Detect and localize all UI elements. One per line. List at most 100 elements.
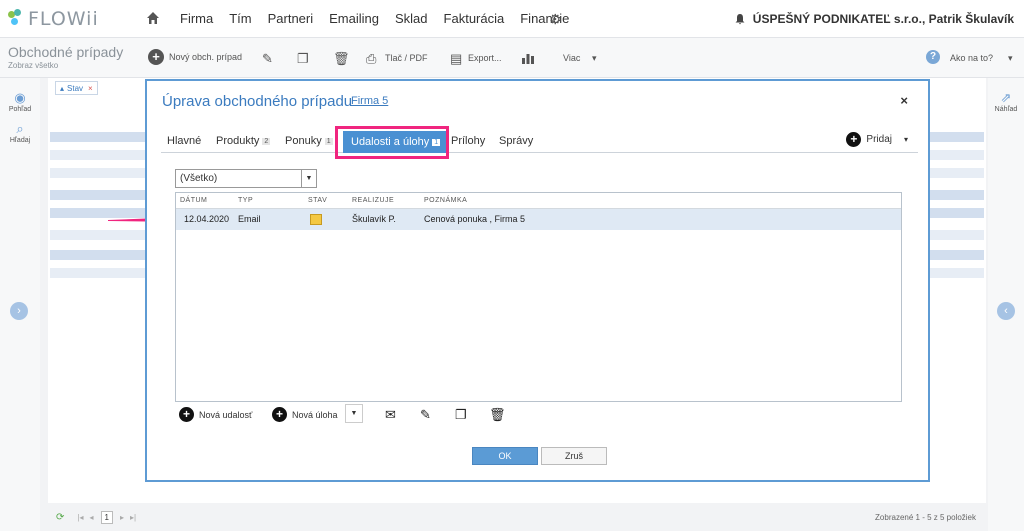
bell-icon[interactable] [735,13,745,25]
close-icon[interactable]: × [88,84,93,93]
chevron-down-icon[interactable]: ▾ [1008,53,1013,64]
nav-item-financie[interactable]: Financie [520,11,569,26]
user-name: ÚSPEŠNÝ PODNIKATEĽ s.r.o., Patrik Škulav… [752,12,1014,26]
chevron-down-icon[interactable]: ▾ [904,135,908,144]
export-icon[interactable]: ▤ [450,51,462,67]
table-row[interactable]: 12.04.2020 Email Škulavík P. Cenová ponu… [176,209,901,230]
tab-label: Ponuky [285,135,322,147]
gear-icon[interactable]: ⚙ [549,11,562,28]
cell-assignee: Škulavík P. [352,214,396,224]
print-icon[interactable]: ⎙ [366,51,376,67]
events-grid: DÁTUM TYP STAV REALIZUJE POZNÁMKA 12.04.… [175,192,902,402]
edit-deal-dialog: Úprava obchodného prípadu Firma 5 × Hlav… [145,79,930,482]
pencil-icon[interactable]: ✎ [420,407,431,423]
home-icon[interactable] [146,11,160,25]
grid-toolbar: + Nová udalosť + Nová úloha ▼ ✉ ✎ ❐ 🗑 [177,404,917,426]
nav-item-sklad[interactable]: Sklad [395,11,428,26]
tab-offers[interactable]: Ponuky 1 [285,135,333,147]
grid-header: DÁTUM TYP STAV REALIZUJE POZNÁMKA [176,193,901,209]
new-deal-label: Nový obch. prípad [169,52,243,62]
search-icon: ⌕ [16,121,24,136]
tab-label: Správy [499,135,534,147]
chevron-down-icon[interactable]: ▾ [592,53,597,64]
refresh-icon[interactable]: ⟳ [56,512,64,523]
event-filter-select[interactable]: (Všetko) ▼ [175,169,317,188]
nav-item-tim[interactable]: Tím [229,11,251,26]
external-link-icon: ⇗ [1000,90,1012,105]
nav-item-fakturacia[interactable]: Fakturácia [444,11,505,26]
copy-icon[interactable]: ❐ [455,407,467,423]
column-header[interactable]: REALIZUJE [352,197,394,204]
chart-icon[interactable] [522,52,534,64]
dialog-title: Úprava obchodného prípadu [162,93,353,110]
prev-page-icon[interactable]: ◂ [89,513,93,522]
nav-item-partneri[interactable]: Partneri [268,11,314,26]
more-button[interactable]: Viac [563,53,580,63]
page-subtitle[interactable]: Zobraz všetko [8,61,58,70]
tab-products[interactable]: Produkty 2 [216,135,271,147]
chevron-up-icon: ▴ [60,83,65,93]
new-event-button[interactable]: + Nová udalosť [179,407,252,422]
filter-chip-label: Stav [67,83,84,93]
trash-icon[interactable]: 🗑 [489,407,506,423]
copy-icon[interactable]: ❐ [297,51,309,67]
first-page-icon[interactable]: |◂ [77,513,83,522]
cell-date: 12.04.2020 [184,214,230,224]
cancel-button[interactable]: Zruš [541,447,607,465]
logo[interactable]: FLOWii [8,8,99,30]
preview-label: Náhľad [994,106,1018,113]
tab-badge: 1 [324,137,333,145]
add-label: Pridaj [866,134,892,145]
column-header[interactable]: POZNÁMKA [424,197,467,204]
plus-icon: + [179,407,194,422]
company-link[interactable]: Firma 5 [351,95,388,107]
view-button[interactable]: ◉ Pohľad [0,90,40,113]
logo-text: FLOWii [28,8,99,30]
plus-icon: + [148,49,164,65]
tab-messages[interactable]: Správy [499,135,533,147]
new-deal-button[interactable]: + Nový obch. prípad [148,49,242,65]
close-icon[interactable]: × [900,93,908,108]
chevron-down-icon[interactable]: ▼ [301,170,316,187]
new-task-label: Nová úloha [292,409,338,420]
print-button[interactable]: Tlač / PDF [385,53,428,63]
help-button[interactable]: Ako na to? [950,53,993,63]
tab-main[interactable]: Hlavné [167,135,201,147]
nav-item-firma[interactable]: Firma [180,11,213,26]
pager: ⟳ |◂ ◂ 1 ▸ ▸| [56,511,139,524]
main-menu: Firma Tím Partneri Emailing Sklad Faktur… [180,11,585,26]
mail-icon[interactable]: ✉ [385,407,396,423]
dialog-tabs: Hlavné Produkty 2 Ponuky 1 Udalosti a úl… [161,127,918,153]
column-header[interactable]: STAV [308,197,327,204]
last-page-icon[interactable]: ▸| [130,513,136,522]
chevron-right-icon[interactable]: › [10,302,28,320]
select-value: (Všetko) [180,173,218,184]
top-navigation: FLOWii Firma Tím Partneri Emailing Sklad… [0,0,1024,38]
tab-label: Produkty [216,135,260,147]
search-button[interactable]: ⌕ Hľadaj [0,121,40,144]
view-label: Pohľad [8,106,32,113]
user-info[interactable]: ÚSPEŠNÝ PODNIKATEĽ s.r.o., Patrik Škulav… [735,12,1014,26]
preview-button[interactable]: ⇗ Náhľad [988,90,1024,113]
new-task-button[interactable]: + Nová úloha [272,407,338,422]
export-button[interactable]: Export... [468,53,502,63]
ok-button[interactable]: OK [472,447,538,465]
logo-icon [8,9,24,29]
add-button[interactable]: + Pridaj ▾ [846,132,908,147]
chevron-down-icon[interactable]: ▼ [345,404,363,423]
filter-chip[interactable]: ▴ Stav × [55,81,98,95]
chevron-left-icon[interactable]: ‹ [997,302,1015,320]
trash-icon[interactable]: 🗑 [333,51,350,67]
search-label: Hľadaj [9,137,31,144]
next-page-icon[interactable]: ▸ [120,513,124,522]
plus-icon: + [272,407,287,422]
pencil-icon[interactable]: ✎ [262,51,273,67]
column-header[interactable]: DÁTUM [180,197,207,204]
column-header[interactable]: TYP [238,197,253,204]
nav-item-emailing[interactable]: Emailing [329,11,379,26]
help-icon[interactable]: ? [926,50,940,64]
page-number[interactable]: 1 [100,511,113,524]
eye-icon: ◉ [14,90,26,105]
tab-attachments[interactable]: Prílohy [451,135,485,147]
new-event-label: Nová udalosť [199,409,253,420]
